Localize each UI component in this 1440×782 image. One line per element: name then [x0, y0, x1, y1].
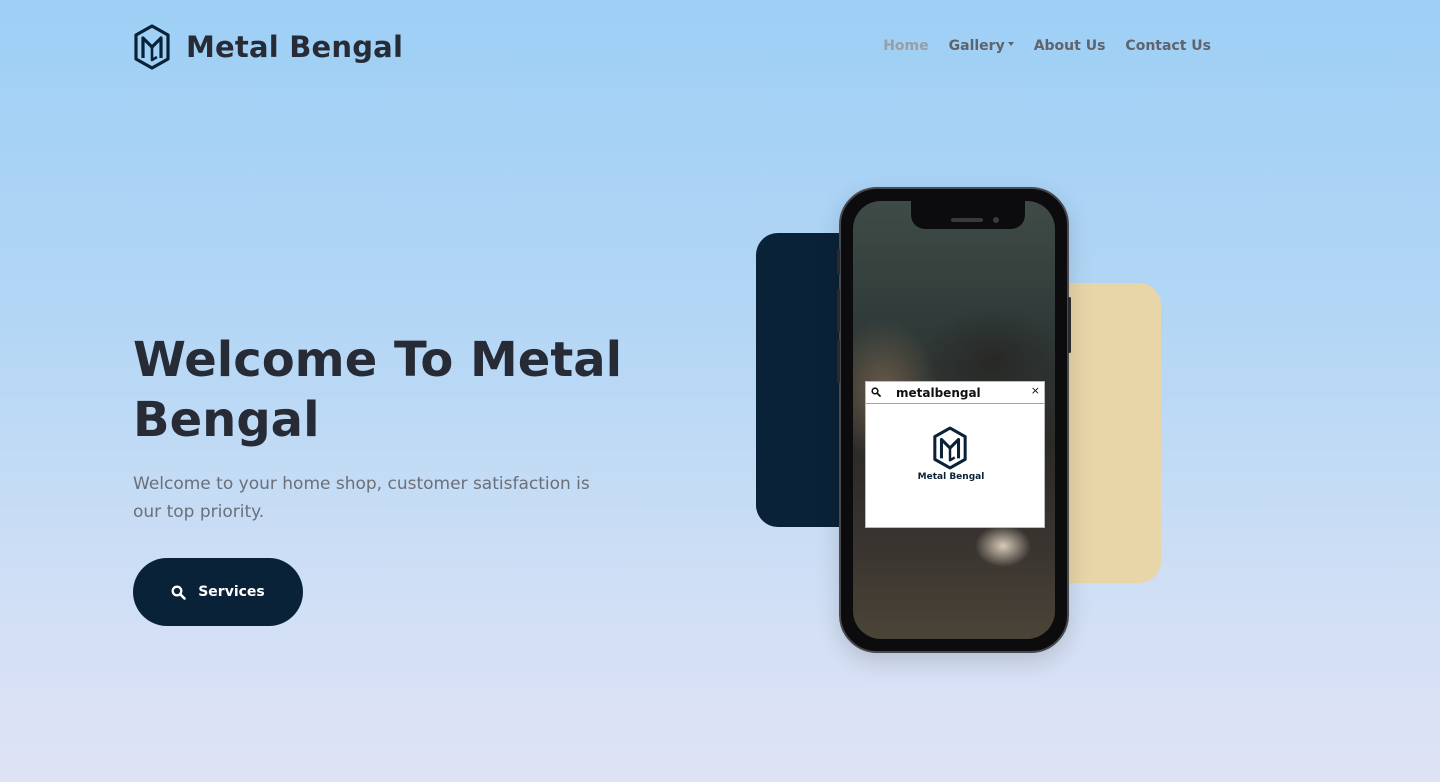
phone-side-button [837, 249, 840, 275]
search-icon [871, 387, 881, 397]
close-icon[interactable]: × [1031, 384, 1040, 397]
phone-camera [993, 217, 999, 223]
nav-home[interactable]: Home [883, 38, 928, 54]
phone-screen-welding-photo: metalbengal × Metal Bengal [853, 201, 1055, 639]
phone-side-button [837, 339, 840, 383]
popup-search-bar[interactable]: metalbengal × [866, 382, 1044, 404]
search-result-popup: metalbengal × Metal Bengal [865, 381, 1045, 528]
brand-name: Metal Bengal [186, 30, 404, 64]
nav-gallery-dropdown[interactable]: Gallery [949, 38, 1014, 54]
popup-search-query: metalbengal [896, 386, 981, 400]
nav-about-us[interactable]: About Us [1034, 38, 1106, 54]
phone-side-button [837, 289, 840, 333]
caret-down-icon [1007, 42, 1014, 46]
brand-link[interactable]: Metal Bengal [133, 24, 403, 70]
search-icon [171, 585, 187, 600]
mb-monogram-icon [134, 24, 170, 70]
hero-title: Welcome To Metal Bengal [133, 332, 623, 448]
mb-monogram-icon [933, 426, 967, 470]
nav-gallery-label: Gallery [948, 38, 1005, 54]
phone-speaker [951, 218, 983, 222]
services-button[interactable]: Services [133, 558, 303, 626]
popup-logo-caption: Metal Bengal [917, 472, 985, 482]
navbar: Metal Bengal Home Gallery About Us Conta… [0, 0, 1440, 96]
nav-contact-us[interactable]: Contact Us [1125, 38, 1211, 54]
services-button-label: Services [198, 584, 265, 600]
hero-subtitle: Welcome to your home shop, customer sati… [133, 474, 590, 522]
phone-notch [911, 201, 1025, 229]
phone-mockup: metalbengal × Metal Bengal [837, 187, 1071, 653]
main-nav: Home Gallery About Us Contact Us [863, 38, 1211, 54]
phone-power-button [1068, 297, 1071, 353]
